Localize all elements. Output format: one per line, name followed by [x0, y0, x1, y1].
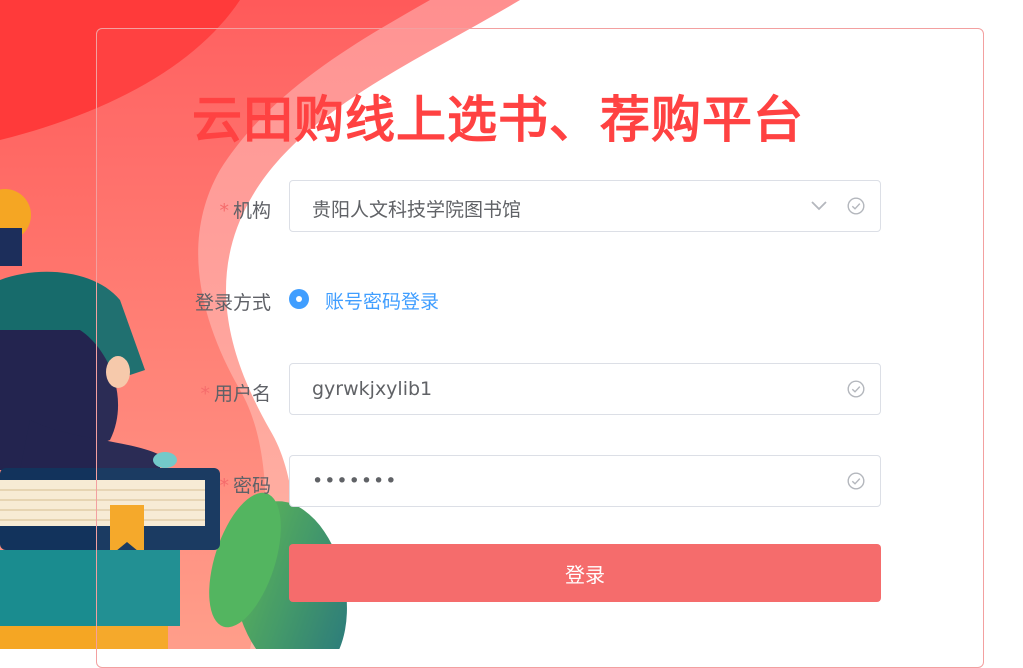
username-input-value: gyrwkjxylib1: [312, 378, 433, 400]
password-input-value: •••••••: [312, 470, 398, 492]
org-select-value: 贵阳人文科技学院图书馆: [312, 199, 522, 221]
check-circle-icon: [847, 380, 865, 398]
required-mark: *: [219, 200, 229, 222]
password-input[interactable]: •••••••: [289, 455, 881, 507]
check-circle-icon: [847, 197, 865, 215]
required-mark: *: [200, 383, 210, 405]
username-label: * 用户名: [200, 383, 271, 405]
org-select[interactable]: 贵阳人文科技学院图书馆: [289, 180, 881, 232]
password-label: * 密码: [219, 475, 271, 497]
login-mode-label: 登录方式: [194, 292, 271, 314]
chevron-down-icon: [811, 201, 827, 211]
check-circle-icon: [847, 472, 865, 490]
page-title: 云田购线上选书、荐购平台: [192, 91, 804, 149]
required-mark: *: [219, 475, 229, 497]
username-input[interactable]: gyrwkjxylib1: [289, 363, 881, 415]
radio-account-password[interactable]: [289, 289, 309, 309]
radio-account-password-label[interactable]: 账号密码登录: [325, 287, 439, 314]
login-button[interactable]: 登录: [289, 544, 881, 602]
org-label: * 机构: [219, 200, 271, 222]
